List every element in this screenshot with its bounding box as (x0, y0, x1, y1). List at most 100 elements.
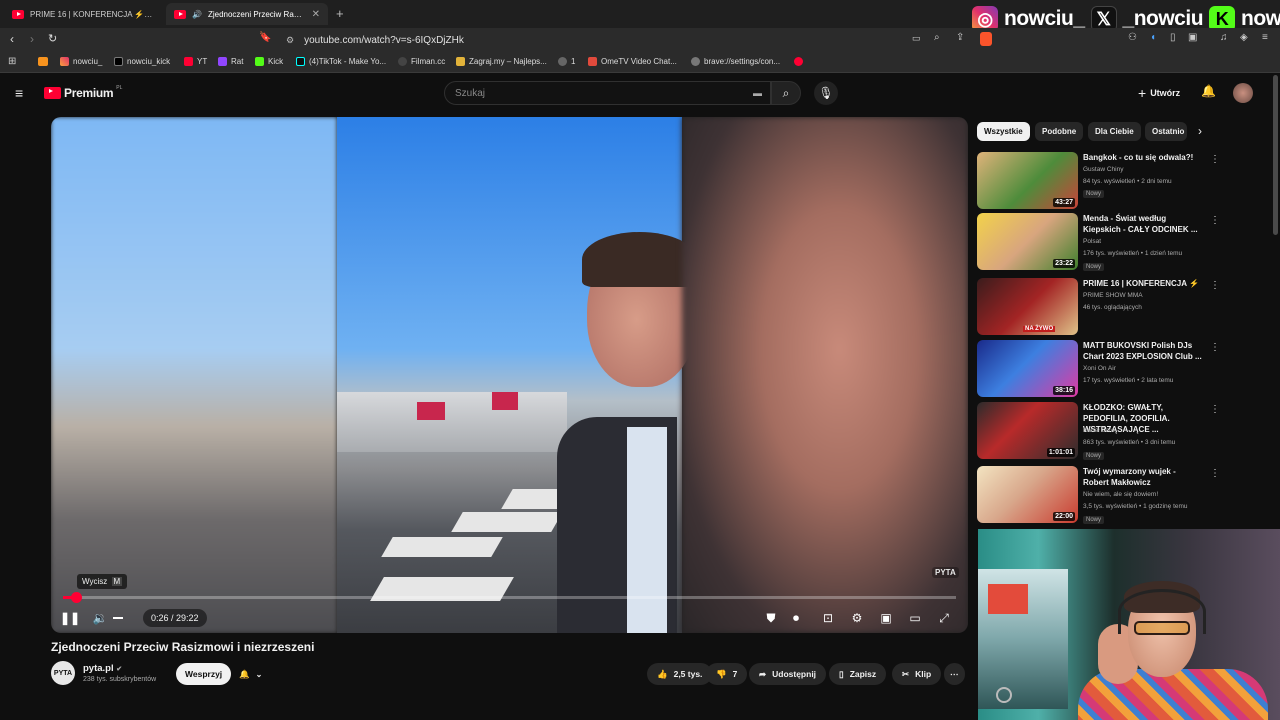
translate-icon[interactable]: ◖ (1150, 32, 1156, 43)
new-tab-button[interactable]: + (336, 6, 344, 21)
video-thumbnail[interactable]: 22:00 (977, 466, 1078, 523)
menu-icon[interactable]: ≡ (1262, 32, 1268, 43)
recommendation-title[interactable]: PRIME 16 | KONFERENCJA ⚡ (1083, 278, 1203, 289)
close-tab-icon[interactable]: ✕ (312, 9, 320, 20)
chip-for-you[interactable]: Dla Ciebie (1088, 122, 1141, 141)
support-button[interactable]: Wesprzyj (176, 663, 232, 685)
clip-button[interactable]: ✂ Klip (892, 663, 942, 685)
share-button[interactable]: ➦ Udostępnij (749, 663, 827, 685)
bookmark-item[interactable]: Rat (218, 57, 243, 66)
channel-avatar[interactable]: PYTA (51, 661, 75, 685)
share-icon[interactable]: ⇪ (956, 32, 964, 43)
url-field[interactable]: ⚙ youtube.com/watch?v=s-6IQxDjZHk (278, 31, 998, 49)
keyboard-icon[interactable]: ▬ (753, 88, 762, 98)
video-thumbnail[interactable]: 38:16 (977, 340, 1078, 397)
sponsorblock-button[interactable]: ⛊ (760, 607, 782, 629)
extension-icon[interactable]: ⚇ (1128, 32, 1137, 43)
bookmark-item[interactable]: 1 (558, 57, 575, 66)
more-options-icon[interactable]: ⋮ (1210, 154, 1220, 165)
recommendation-title[interactable]: Menda - Świat według Kiepskich - CAŁY OD… (1083, 213, 1203, 235)
bookmark-item[interactable]: Zagraj.my – Najleps... (456, 57, 547, 66)
sidebar-icon[interactable]: ▯ (1170, 32, 1176, 43)
bookmark-item[interactable]: Kick (255, 57, 283, 66)
cast-button[interactable]: ▭ (904, 607, 926, 629)
youtube-premium-logo[interactable]: Premium PL (44, 85, 122, 100)
tab-current-video[interactable]: 🔊 Zjednoczeni Przeciw Rasizmowi ✕ (166, 3, 328, 25)
mute-button[interactable]: 🔉 (89, 607, 111, 629)
bookmark-item[interactable]: brave://settings/con... (691, 57, 780, 66)
bookmark-item[interactable]: nowciu_kick (114, 57, 170, 66)
cast-icon[interactable]: ▭ (912, 33, 921, 44)
tab-prime16[interactable]: PRIME 16 | KONFERENCJA ⚡ - YouTube (4, 3, 162, 25)
site-info-icon[interactable]: ⚙ (286, 35, 294, 46)
chevron-right-icon[interactable]: › (1198, 124, 1202, 138)
recommendation-item[interactable]: 38:16 MATT BUKOVSKI Polish DJs Chart 202… (977, 340, 1267, 398)
more-options-icon[interactable]: ⋮ (1210, 404, 1220, 415)
chip-recent[interactable]: Ostatnio (1145, 122, 1187, 141)
bookmark-item[interactable]: YT (184, 57, 207, 66)
notifications-bell-icon[interactable]: 🔔 (1201, 84, 1216, 98)
bookmark-item[interactable]: OmeTV Video Chat... (588, 57, 677, 66)
volume-slider[interactable] (113, 617, 123, 619)
chip-related[interactable]: Podobne (1035, 122, 1084, 141)
save-button[interactable]: ▯ Zapisz (829, 663, 887, 685)
voice-search-button[interactable]: 🎙 (814, 81, 838, 105)
more-options-icon[interactable]: ⋮ (1210, 215, 1220, 226)
autoplay-toggle[interactable]: ⏺ (785, 607, 807, 629)
bookmark-item[interactable]: (4)TikTok - Make Yo... (296, 57, 386, 66)
wallet-icon[interactable]: ▣ (1188, 32, 1197, 43)
fullscreen-button[interactable]: ⤢ (933, 607, 955, 629)
vpn-icon[interactable]: ◈ (1240, 32, 1248, 43)
pause-button[interactable]: ❚❚ (59, 607, 81, 629)
recommendation-channel[interactable]: Polsat (1083, 238, 1101, 245)
dislike-button[interactable]: 👎 7 (706, 663, 748, 685)
video-thumbnail[interactable]: 43:27 (977, 152, 1078, 209)
bookmark-favicon-icon[interactable] (38, 57, 48, 66)
recommendation-channel[interactable]: Xoni On Air (1083, 365, 1116, 372)
bookmark-item[interactable]: Filman.cc (398, 57, 445, 66)
avatar[interactable] (1233, 83, 1253, 103)
bookmark-favicon-icon[interactable] (794, 57, 803, 66)
recommendation-title[interactable]: Bangkok - co tu się odwala?! (1083, 152, 1203, 163)
miniplayer-button[interactable]: ▣ (875, 607, 897, 629)
zoom-icon[interactable]: ⌕ (934, 32, 940, 43)
progress-bar[interactable] (63, 592, 956, 603)
more-options-icon[interactable]: ⋮ (1210, 280, 1220, 291)
brave-shield-icon[interactable] (980, 32, 992, 46)
forward-icon[interactable]: › (30, 32, 34, 46)
recommendation-channel[interactable]: PRIME SHOW MMA (1083, 292, 1143, 299)
hamburger-menu-icon[interactable]: ≡ (15, 85, 23, 101)
search-input[interactable]: Szukaj ▬ (444, 81, 771, 105)
like-button[interactable]: 👍 2,5 tys. (647, 663, 713, 685)
page-scrollbar[interactable] (1273, 75, 1278, 235)
more-options-icon[interactable]: ⋮ (1210, 342, 1220, 353)
recommendation-item[interactable]: 1:01:01 KŁODZKO: GWAŁTY, PEDOFILIA, ZOOF… (977, 402, 1267, 460)
video-thumbnail[interactable]: NA ŻYWO (977, 278, 1078, 335)
subtitles-button[interactable]: ⊡ (817, 607, 839, 629)
recommendation-item[interactable]: 22:00 Twój wymarzony wujek - Robert Makł… (977, 466, 1267, 524)
recommendation-title[interactable]: MATT BUKOVSKI Polish DJs Chart 2023 EXPL… (1083, 340, 1203, 362)
video-player[interactable]: PYTA Wycisz M ❚❚ 🔉 0:26 / 29:22 ⛊ ⏺ ⊡ ⚙ … (51, 117, 968, 633)
more-options-icon[interactable]: ⋮ (1210, 468, 1220, 479)
search-button[interactable]: ⌕ (771, 81, 801, 105)
music-icon[interactable]: ♫ (1220, 32, 1228, 43)
back-icon[interactable]: ‹ (10, 32, 14, 46)
video-thumbnail[interactable]: 23:22 (977, 213, 1078, 270)
channel-name[interactable]: pyta.pl ✔ (83, 663, 122, 674)
bookmark-icon[interactable]: 🔖 (259, 32, 271, 43)
more-actions-button[interactable]: ⋯ (944, 663, 965, 685)
notifications-dropdown[interactable]: 🔔 ⌄ (233, 663, 268, 685)
bookmark-item[interactable]: nowciu_ (60, 57, 102, 66)
settings-button[interactable]: ⚙ (846, 607, 868, 629)
recommendation-channel[interactable]: Kanał Zero (1083, 427, 1115, 434)
recommendation-item[interactable]: NA ŻYWO PRIME 16 | KONFERENCJA ⚡ PRIME S… (977, 278, 1267, 336)
create-button[interactable]: + Utwórz (1138, 85, 1180, 101)
recommendation-item[interactable]: 43:27 Bangkok - co tu się odwala?! Gusta… (977, 152, 1267, 210)
recommendation-channel[interactable]: Gustaw Chiny (1083, 166, 1123, 173)
recommendation-title[interactable]: Twój wymarzony wujek - Robert Makłowicz (1083, 466, 1203, 488)
reload-icon[interactable]: ↻ (48, 32, 57, 45)
video-thumbnail[interactable]: 1:01:01 (977, 402, 1078, 459)
chip-all[interactable]: Wszystkie (977, 122, 1030, 141)
recommendation-item[interactable]: 23:22 Menda - Świat według Kiepskich - C… (977, 213, 1267, 271)
recommendation-channel[interactable]: Nie wiem, ale się dowiem! (1083, 491, 1158, 498)
